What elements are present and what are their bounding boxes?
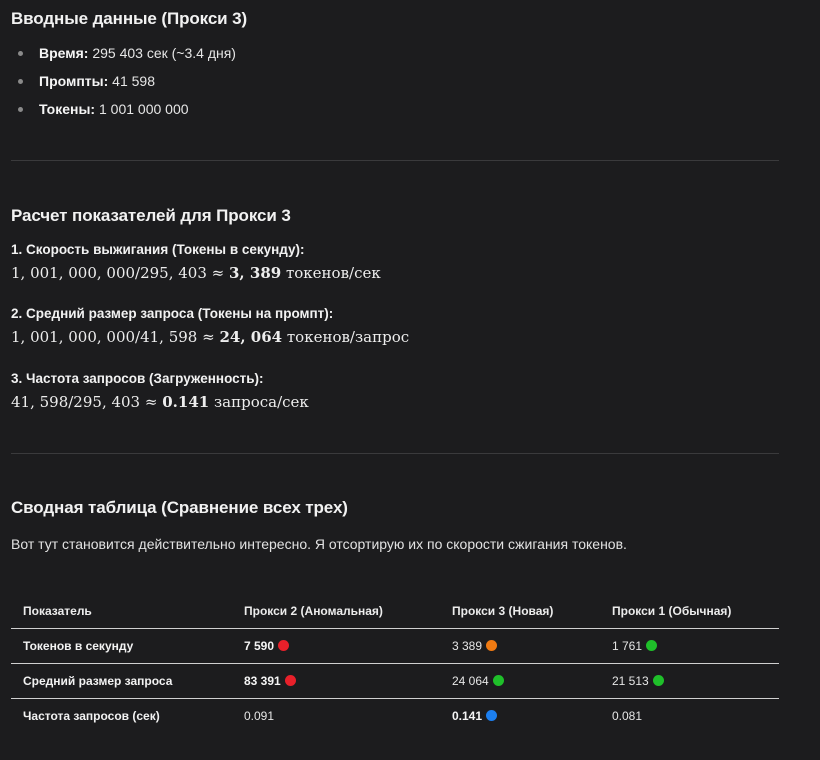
cell-value: 0.091 <box>244 709 275 723</box>
formula-unit: токенов/сек <box>281 264 381 282</box>
row-label: Токенов в секунду <box>11 628 232 664</box>
green-circle-icon <box>652 675 664 686</box>
metric-avg-request-size: 2. Средний размер запроса (Токены на про… <box>11 305 409 348</box>
table-cell: 24 064 <box>440 663 600 699</box>
table-cell: 83 391 <box>232 663 440 699</box>
formula-unit: запроса/сек <box>209 393 309 411</box>
cell-value: 83 391 <box>244 674 281 688</box>
row-label: Частота запросов (сек) <box>23 709 160 723</box>
formula-result: 24, 064 <box>219 328 283 346</box>
item-value: 1 001 000 000 <box>98 101 189 117</box>
formula-expression: 41, 598/295, 403 ≈ <box>11 393 163 411</box>
table-cell: 0.091 <box>232 699 440 734</box>
table-header-row: Показатель Прокси 2 (Аномальная) Прокси … <box>11 594 779 629</box>
table-cell: 7 590 <box>232 628 440 664</box>
list-item: Промпты: 41 598 <box>11 70 236 98</box>
cell-value: 0.081 <box>612 709 643 723</box>
blue-circle-icon <box>486 710 498 721</box>
column-header: Показатель <box>11 594 232 629</box>
cell-value: 1 761 <box>612 639 643 653</box>
formula-result: 3, 389 <box>229 264 282 282</box>
bullet-icon <box>18 79 23 84</box>
item-label: Время: <box>39 45 89 61</box>
table-row: Токенов в секунду 7 590 3 389 1 761 <box>11 628 779 664</box>
item-value: 295 403 сек (~3.4 дня) <box>92 45 236 61</box>
cell-value: 3 389 <box>452 639 483 653</box>
metric-formula: 1, 001, 000, 000/41, 598 ≈ 24, 064 токен… <box>11 326 409 348</box>
red-circle-icon <box>278 640 290 651</box>
cell-value: 21 513 <box>612 674 649 688</box>
table-cell: 21 513 <box>600 663 779 699</box>
cell-value: 7 590 <box>244 639 275 653</box>
bullet-icon <box>18 51 23 56</box>
formula-expression: 1, 001, 000, 000/295, 403 ≈ <box>11 264 229 282</box>
comparison-table: Показатель Прокси 2 (Аномальная) Прокси … <box>11 594 779 733</box>
column-header: Прокси 2 (Аномальная) <box>232 594 440 629</box>
intro-heading: Вводные данные (Прокси 3) <box>11 9 248 28</box>
cell-value: 0.141 <box>452 709 483 723</box>
divider <box>11 453 779 454</box>
table-row: Частота запросов (сек) 0.091 0.141 0.081 <box>11 699 779 734</box>
table-cell: 3 389 <box>440 628 600 664</box>
metric-formula: 41, 598/295, 403 ≈ 0.141 запроса/сек <box>11 391 309 413</box>
column-header: Прокси 3 (Новая) <box>440 594 600 629</box>
metric-burn-rate: 1. Скорость выжигания (Токены в секунду)… <box>11 241 381 284</box>
formula-result: 0.141 <box>162 393 210 411</box>
table-cell: 0.141 <box>440 699 600 734</box>
list-item: Токены: 1 001 000 000 <box>11 98 236 126</box>
green-circle-icon <box>492 675 504 686</box>
summary-heading: Сводная таблица (Сравнение всех трех) <box>11 498 348 517</box>
input-data-list: Время: 295 403 сек (~3.4 дня) Промпты: 4… <box>11 42 236 126</box>
green-circle-icon <box>646 640 658 651</box>
row-label: Средний размер запроса <box>11 663 232 699</box>
divider <box>11 160 779 161</box>
summary-intro-text: Вот тут становится действительно интерес… <box>11 536 627 552</box>
item-label: Промпты: <box>39 73 109 89</box>
cell-value: 24 064 <box>452 674 489 688</box>
metric-title: 1. Скорость выжигания (Токены в секунду)… <box>11 242 305 257</box>
list-item: Время: 295 403 сек (~3.4 дня) <box>11 42 236 70</box>
table-row: Средний размер запроса 83 391 24 064 21 513 <box>11 663 779 699</box>
item-value: 41 598 <box>112 73 155 89</box>
formula-unit: токенов/запрос <box>282 328 410 346</box>
metric-request-frequency: 3. Частота запросов (Загруженность): 41,… <box>11 370 309 413</box>
orange-circle-icon <box>486 640 498 651</box>
metric-formula: 1, 001, 000, 000/295, 403 ≈ 3, 389 токен… <box>11 262 381 284</box>
red-circle-icon <box>284 675 296 686</box>
metric-title: 2. Средний размер запроса (Токены на про… <box>11 306 334 321</box>
table-cell: 1 761 <box>600 628 779 664</box>
column-header: Прокси 1 (Обычная) <box>600 594 779 629</box>
table-cell: 0.081 <box>600 699 779 734</box>
formula-expression: 1, 001, 000, 000/41, 598 ≈ <box>11 328 220 346</box>
bullet-icon <box>18 107 23 112</box>
metric-title: 3. Частота запросов (Загруженность): <box>11 371 264 386</box>
calc-heading: Расчет показателей для Прокси 3 <box>11 206 291 225</box>
item-label: Токены: <box>39 101 96 117</box>
